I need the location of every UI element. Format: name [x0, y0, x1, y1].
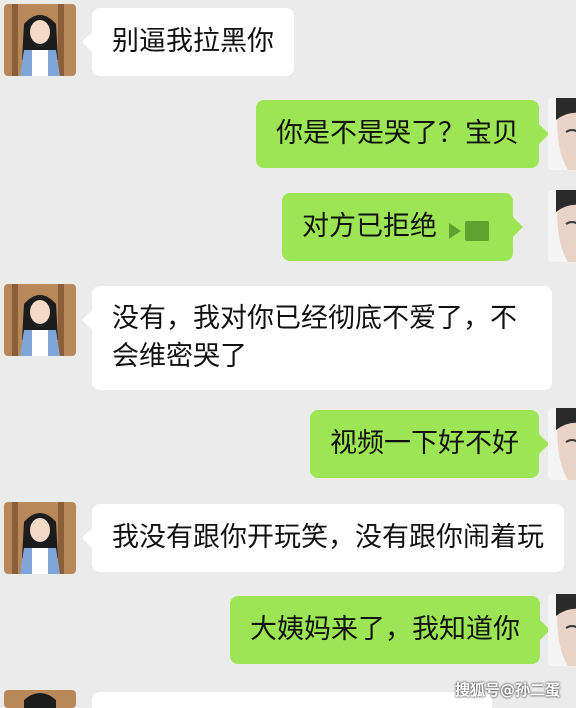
contact-avatar[interactable]: [4, 502, 76, 574]
user-avatar[interactable]: [548, 98, 576, 170]
watermark: 搜狐号@孙二蛋: [454, 681, 560, 699]
user-avatar[interactable]: [548, 190, 576, 262]
contact-avatar[interactable]: [4, 284, 76, 356]
contact-avatar[interactable]: [4, 4, 76, 76]
message-sent[interactable]: 视频一下好不好: [310, 410, 549, 478]
message-sent-video-call[interactable]: 对方已拒绝: [282, 193, 523, 261]
message-text: 没有，我对你已经彻底不爱了，不会维密哭了: [112, 303, 517, 372]
message-received[interactable]: 别逼我拉黑你: [82, 8, 294, 76]
user-avatar[interactable]: [548, 594, 576, 666]
message-text: 大姨妈来了，我知道你: [250, 614, 520, 645]
message-sent[interactable]: 你是不是哭了？宝贝: [256, 100, 549, 168]
user-avatar[interactable]: [548, 408, 576, 480]
message-received[interactable]: 我没有跟你开玩笑，没有跟你闹着玩: [82, 504, 564, 572]
message-text: 视频一下好不好: [330, 428, 519, 459]
message-sent[interactable]: 大姨妈来了，我知道你: [230, 596, 550, 664]
message-text: 我没有跟你开玩笑，没有跟你闹着玩: [112, 522, 544, 553]
message-received[interactable]: 没有，我对你已经彻底不爱了，不会维密哭了: [82, 286, 552, 390]
message-text: 别逼我拉黑你: [112, 26, 274, 57]
message-text: 你是不是哭了？宝贝: [276, 118, 519, 149]
contact-avatar[interactable]: [4, 690, 76, 708]
video-call-icon: [449, 221, 489, 241]
message-received-partial[interactable]: [92, 692, 492, 708]
message-text: 对方已拒绝: [302, 211, 437, 242]
